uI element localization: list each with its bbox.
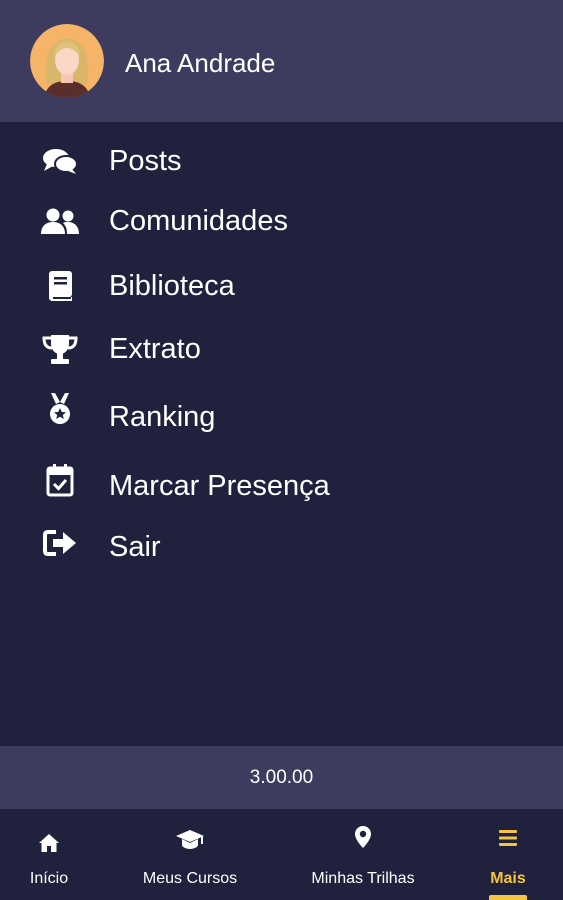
nav-item-mais[interactable]: Mais (468, 809, 548, 900)
menu-item-ranking[interactable]: Ranking (0, 392, 563, 442)
bars-icon (468, 826, 548, 850)
menu-item-comunidades[interactable]: Comunidades (0, 196, 563, 246)
version-bar: 3.00.00 (0, 746, 563, 809)
active-tab-indicator (489, 895, 527, 900)
nav-item-meus-cursos[interactable]: Meus Cursos (120, 809, 260, 900)
bottom-nav: Início Meus Cursos Minhas Trilhas Mais (0, 809, 563, 900)
calendar-check-icon (38, 463, 82, 497)
side-menu: Posts Comunidades Biblioteca Extrato Ran… (0, 122, 563, 746)
nav-label: Início (29, 870, 69, 887)
menu-item-label: Ranking (109, 401, 216, 433)
nav-label: Minhas Trilhas (311, 870, 415, 887)
nav-label: Meus Cursos (142, 870, 238, 887)
menu-item-sair[interactable]: Sair (0, 522, 563, 572)
menu-item-biblioteca[interactable]: Biblioteca (0, 261, 563, 311)
users-icon (38, 204, 82, 238)
app-root: Ana Andrade Posts Comunidades Biblioteca… (0, 0, 563, 900)
nav-item-inicio[interactable]: Início (0, 809, 98, 900)
menu-item-posts[interactable]: Posts (0, 136, 563, 186)
book-icon (38, 269, 82, 303)
comments-icon (38, 144, 82, 178)
sign-out-icon (38, 526, 82, 560)
female-avatar-icon[interactable] (30, 24, 104, 98)
menu-item-extrato[interactable]: Extrato (0, 324, 563, 374)
menu-item-label: Extrato (109, 333, 201, 365)
map-marker-icon (293, 825, 433, 849)
menu-item-label: Comunidades (109, 205, 288, 237)
graduation-cap-icon (120, 827, 260, 851)
menu-item-label: Marcar Presença (109, 470, 330, 502)
profile-name: Ana Andrade (125, 48, 276, 78)
profile-header: Ana Andrade (0, 0, 563, 122)
menu-item-label: Posts (109, 145, 182, 177)
menu-item-label: Biblioteca (109, 270, 235, 302)
home-icon (0, 831, 98, 855)
nav-item-minhas-trilhas[interactable]: Minhas Trilhas (293, 809, 433, 900)
trophy-icon (38, 332, 82, 366)
app-version: 3.00.00 (249, 766, 314, 788)
menu-item-label: Sair (109, 531, 161, 563)
nav-label: Mais (490, 870, 526, 887)
menu-item-marcar-presenca[interactable]: Marcar Presença (0, 461, 563, 511)
medal-icon (38, 392, 82, 426)
